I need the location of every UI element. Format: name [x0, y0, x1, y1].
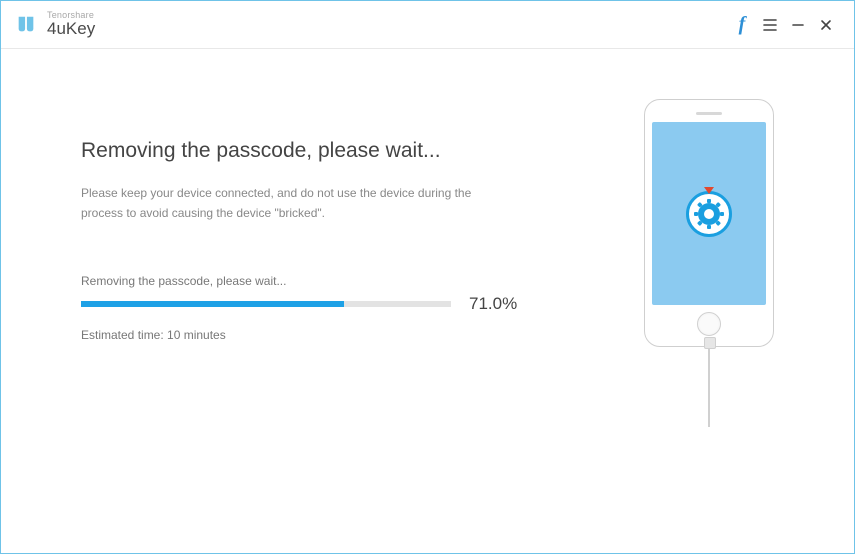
progress-label: Removing the passcode, please wait... [81, 274, 594, 288]
progress-bar-fill [81, 301, 344, 307]
left-panel: Removing the passcode, please wait... Pl… [81, 139, 614, 513]
app-window: Tenorshare 4uKey f Removing the passcode… [0, 0, 855, 554]
device-panel [614, 99, 804, 513]
minimize-button[interactable] [784, 11, 812, 39]
page-description: Please keep your device connected, and d… [81, 183, 501, 224]
menu-icon[interactable] [756, 11, 784, 39]
facebook-icon[interactable]: f [728, 11, 756, 39]
phone-screen [652, 122, 766, 305]
cable-icon [708, 347, 710, 427]
gear-icon [698, 203, 720, 225]
phone-speaker-icon [696, 112, 722, 115]
page-heading: Removing the passcode, please wait... [81, 139, 594, 163]
phone-home-button-icon [697, 312, 721, 336]
product-label: 4uKey [47, 20, 95, 38]
content-area: Removing the passcode, please wait... Pl… [1, 49, 854, 553]
progress-section: Removing the passcode, please wait... 71… [81, 274, 594, 342]
progress-bar [81, 301, 451, 307]
app-logo-icon [15, 14, 37, 36]
device-illustration [644, 99, 774, 347]
titlebar: Tenorshare 4uKey f [1, 1, 854, 49]
progress-percent: 71.0% [469, 294, 517, 314]
estimated-time: Estimated time: 10 minutes [81, 328, 594, 342]
title-block: Tenorshare 4uKey [47, 11, 95, 38]
progress-row: 71.0% [81, 294, 594, 314]
processing-badge-icon [686, 191, 732, 237]
close-button[interactable] [812, 11, 840, 39]
